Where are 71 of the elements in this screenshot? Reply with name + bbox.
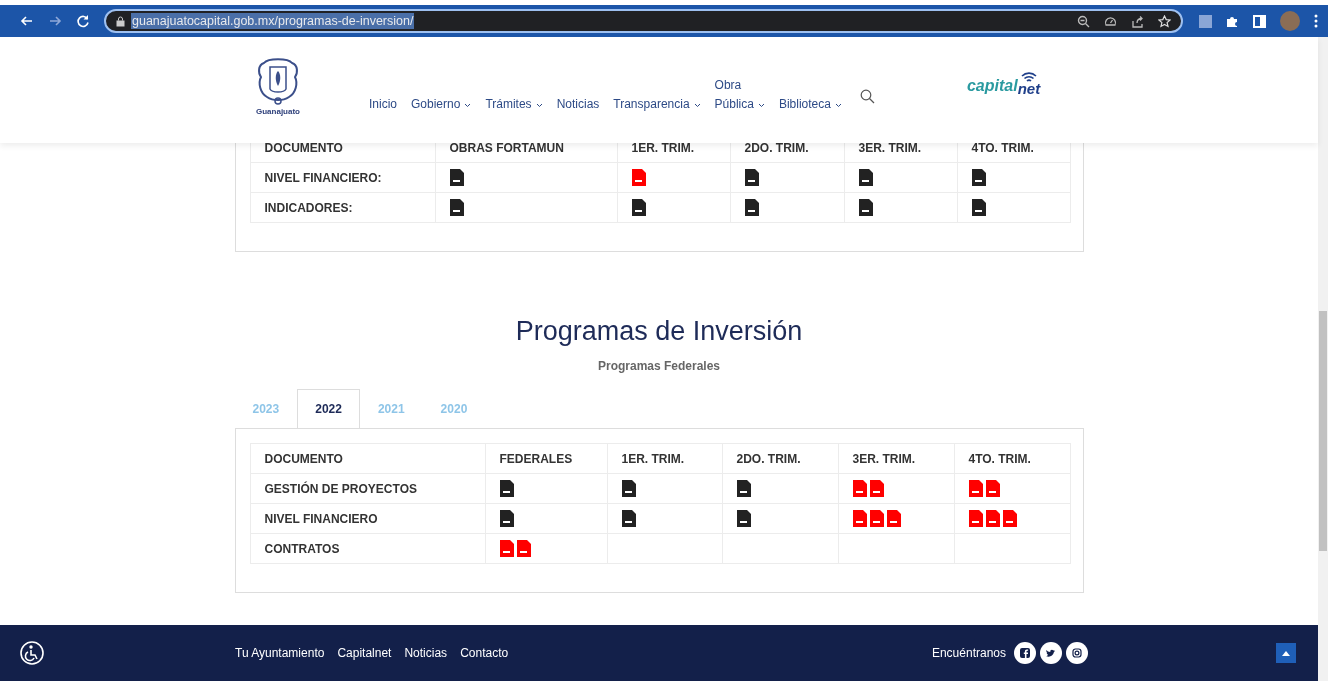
- lock-icon: [116, 15, 125, 27]
- column-header: 1ER. TRIM.: [607, 443, 722, 474]
- share-icon[interactable]: [1131, 14, 1144, 28]
- zoom-icon[interactable]: [1077, 14, 1090, 28]
- pdf-file-icon[interactable]: [744, 169, 759, 186]
- nav-link[interactable]: Gobierno: [411, 95, 472, 114]
- star-icon[interactable]: [1158, 14, 1171, 28]
- chevron-down-icon[interactable]: [757, 103, 765, 108]
- instagram-icon[interactable]: [1066, 642, 1088, 664]
- pdf-file-icon[interactable]: [631, 199, 646, 216]
- pdf-file-icon[interactable]: [736, 480, 751, 497]
- gauge-icon[interactable]: [1104, 14, 1117, 28]
- crest-logo-icon[interactable]: [256, 56, 300, 107]
- scroll-to-top-button[interactable]: [1276, 643, 1296, 663]
- pdf-file-icon[interactable]: [499, 480, 514, 497]
- pdf-file-icon[interactable]: [858, 169, 873, 186]
- pdf-file-icon[interactable]: [499, 510, 514, 527]
- side-panel-icon[interactable]: [1253, 14, 1266, 28]
- search-icon[interactable]: [859, 89, 875, 104]
- chevron-down-icon[interactable]: [693, 103, 701, 108]
- column-header: 4TO. TRIM.: [954, 443, 1070, 474]
- section-subtitle: Programas Federales: [597, 359, 721, 373]
- facebook-icon[interactable]: [1014, 642, 1036, 664]
- row-label: INDICADORES:: [250, 192, 435, 223]
- footer-link[interactable]: Contacto: [460, 646, 509, 660]
- footer-link[interactable]: Capitalnet: [337, 646, 392, 660]
- chevron-down-icon[interactable]: [464, 103, 472, 108]
- chevron-down-icon[interactable]: [535, 103, 543, 108]
- nav-link[interactable]: Inicio: [369, 95, 397, 114]
- pdf-file-icon[interactable]: [449, 199, 464, 216]
- column-header: DOCUMENTO: [250, 443, 485, 474]
- pdf-file-icon[interactable]: [449, 169, 464, 186]
- scrollbar-thumb[interactable]: [1319, 311, 1327, 551]
- forward-icon[interactable]: [48, 14, 62, 28]
- menu-icon[interactable]: [1314, 14, 1318, 28]
- column-header: FEDERALES: [485, 443, 607, 474]
- logo-caption: Guanajuato: [256, 106, 300, 116]
- column-header: 3ER. TRIM.: [838, 443, 954, 474]
- accessibility-icon[interactable]: [20, 641, 44, 665]
- chevron-down-icon[interactable]: [834, 103, 842, 108]
- nav-link[interactable]: Obra Pública: [714, 76, 765, 114]
- back-icon[interactable]: [20, 14, 34, 28]
- row-label: NIVEL FINANCIERO: [250, 503, 485, 534]
- row-label: CONTRATOS: [250, 533, 485, 564]
- nav-link[interactable]: Biblioteca: [778, 95, 842, 114]
- pdf-file-icon[interactable]: [971, 199, 986, 216]
- section-title: Programas de Inversión: [515, 315, 803, 347]
- pdf-file-icon[interactable]: [621, 510, 636, 527]
- reload-icon[interactable]: [76, 14, 90, 28]
- extension-icon[interactable]: [1199, 14, 1212, 28]
- row-label: NIVEL FINANCIERO:: [250, 162, 435, 193]
- nav-link[interactable]: Transparencia: [613, 95, 701, 114]
- nav-link[interactable]: Trámites: [485, 95, 543, 114]
- pdf-file-icon[interactable]: [736, 510, 751, 527]
- pdf-file-icon[interactable]: [971, 169, 986, 186]
- address-bar[interactable]: guanajuatocapital.gob.mx/programas-de-inversion/: [104, 9, 1183, 33]
- twitter-icon[interactable]: [1040, 642, 1062, 664]
- column-header: 2DO. TRIM.: [722, 443, 838, 474]
- pdf-file-icon[interactable]: [858, 199, 873, 216]
- pdf-file-icon[interactable]: [744, 199, 759, 216]
- social-label: Encuéntranos: [931, 646, 1006, 660]
- footer-link[interactable]: Tu Ayuntamiento: [235, 646, 325, 660]
- year-tab[interactable]: 2022: [297, 389, 360, 429]
- caret-up-icon: [1282, 650, 1290, 656]
- capitalnet-logo[interactable]: capitalnet: [966, 71, 1041, 95]
- url-text: guanajuatocapital.gob.mx/programas-de-inversion/: [131, 13, 415, 29]
- nav-link[interactable]: Noticias: [556, 95, 600, 114]
- footer-link[interactable]: Noticias: [404, 646, 448, 660]
- pdf-file-icon[interactable]: [621, 480, 636, 497]
- row-label: GESTIÓN DE PROYECTOS: [250, 473, 485, 504]
- puzzle-icon[interactable]: [1226, 14, 1239, 28]
